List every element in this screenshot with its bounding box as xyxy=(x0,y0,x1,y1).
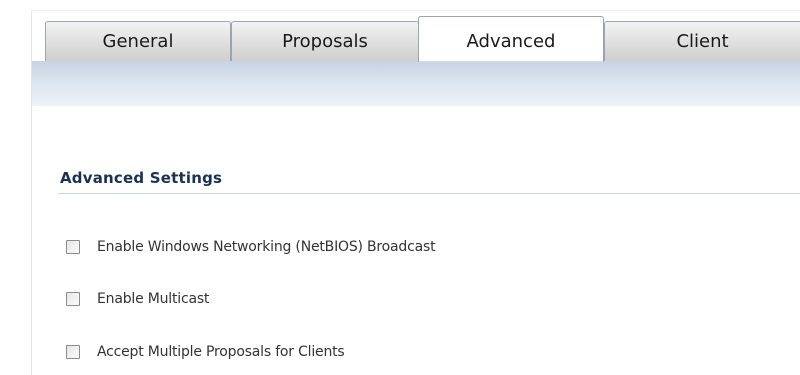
tab-client[interactable]: Client xyxy=(604,21,800,61)
option-netbios-broadcast: Enable Windows Networking (NetBIOS) Broa… xyxy=(66,238,436,256)
multicast-checkbox[interactable] xyxy=(66,292,80,306)
multiple-proposals-checkbox[interactable] xyxy=(66,345,80,359)
multicast-label: Enable Multicast xyxy=(97,291,210,307)
section-title: Advanced Settings xyxy=(60,169,223,187)
tab-proposals[interactable]: Proposals xyxy=(231,21,419,61)
tab-general[interactable]: General xyxy=(45,21,231,61)
section-divider xyxy=(58,193,800,194)
multiple-proposals-label: Accept Multiple Proposals for Clients xyxy=(97,344,345,360)
tab-strip-band xyxy=(32,61,800,106)
dialog-panel: General Proposals Advanced Client Advanc… xyxy=(0,0,800,375)
option-multiple-proposals: Accept Multiple Proposals for Clients xyxy=(66,343,345,361)
tab-advanced[interactable]: Advanced xyxy=(418,16,604,63)
netbios-broadcast-checkbox[interactable] xyxy=(66,240,80,254)
netbios-broadcast-label: Enable Windows Networking (NetBIOS) Broa… xyxy=(97,239,436,255)
option-multicast: Enable Multicast xyxy=(66,290,209,308)
panel-border-top xyxy=(31,10,800,11)
